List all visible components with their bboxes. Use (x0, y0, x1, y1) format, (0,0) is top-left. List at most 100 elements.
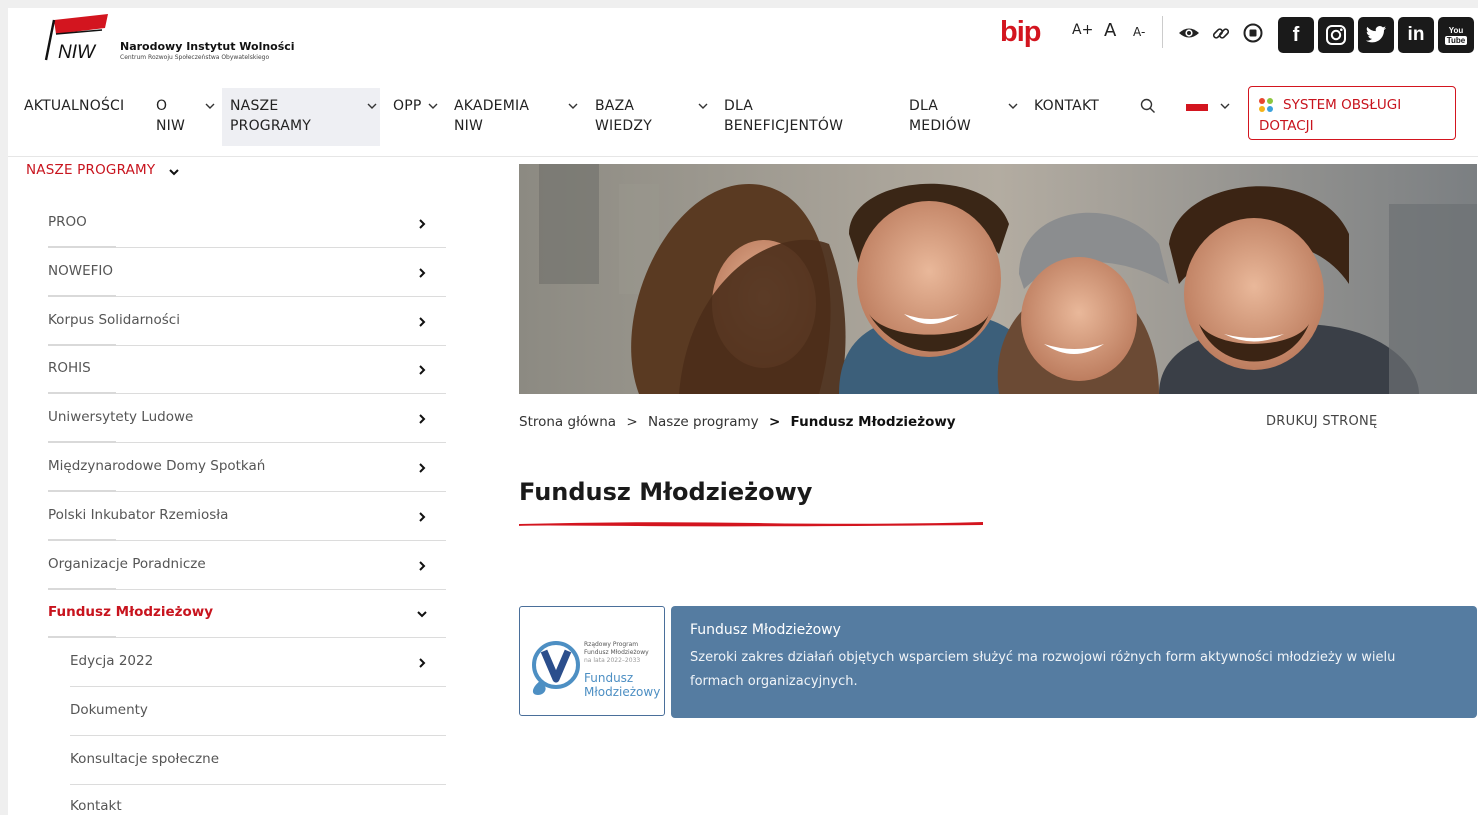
sod-label: SYSTEM OBSŁUGI DOTACJI (1259, 97, 1402, 134)
program-info-card[interactable]: Fundusz Młodzieżowy Szeroki zakres dział… (671, 606, 1477, 718)
chevron-down-icon[interactable] (567, 100, 579, 112)
chevron-right-icon (419, 561, 426, 571)
page-title: Fundusz Młodzieżowy (519, 478, 813, 506)
sidebar-separator (48, 295, 116, 297)
print-page-link[interactable]: DRUKUJ STRONĘ (1266, 414, 1378, 429)
fundusz-mlodziezowy-logo[interactable]: Rządowy Program Fundusz Młodzieżowy na l… (519, 606, 665, 716)
sidebar-separator (48, 490, 116, 492)
breadcrumb: Strona główna > Nasze programy > Fundusz… (519, 414, 962, 430)
nav-akademia-niw[interactable]: AKADEMIA NIW (454, 96, 529, 136)
chevron-down-icon[interactable] (427, 100, 439, 112)
sidebar-item-label: ROHIS (48, 360, 91, 376)
chevron-right-icon (419, 512, 426, 522)
logo-small-text: Rządowy Program Fundusz Młodzieżowy na l… (584, 641, 662, 665)
title-underline (518, 522, 983, 527)
nav-opp[interactable]: OPP (393, 96, 422, 116)
chevron-right-icon (419, 463, 426, 473)
logo-small-line: Rządowy Program (584, 641, 639, 648)
nav-dla-mediow[interactable]: DLA MEDIÓW (909, 96, 971, 136)
sidebar-item-kontakt[interactable]: Kontakt (48, 784, 446, 815)
nav-benef-line1: DLA (724, 98, 754, 114)
sidebar-separator (70, 735, 446, 736)
chevron-down-icon[interactable] (1007, 100, 1019, 112)
sidebar-separator (116, 540, 446, 541)
sidebar-separator (116, 393, 446, 394)
nav-media-line2: MEDIÓW (909, 118, 971, 134)
chevron-down-icon[interactable] (204, 100, 216, 112)
breadcrumb-home[interactable]: Strona główna (519, 414, 616, 430)
logo-big-text: Fundusz Młodzieżowy (584, 671, 660, 699)
program-card-title: Fundusz Młodzieżowy (690, 622, 841, 638)
nav-dla-beneficjentow[interactable]: DLA BENEFICJENTÓW (724, 96, 843, 136)
chevron-right-icon (419, 317, 426, 327)
chevron-right-icon (419, 658, 426, 668)
sidebar-item-rohis[interactable]: ROHIS (48, 346, 446, 394)
toolbar-divider (1162, 16, 1163, 48)
nav-aktualnosci[interactable]: AKTUALNOŚCI (24, 96, 124, 116)
sidebar-item-label: Organizacje Poradnicze (48, 556, 206, 572)
sidebar-item-dokumenty[interactable]: Dokumenty (48, 688, 446, 736)
chevron-down-icon[interactable] (697, 100, 709, 112)
chevron-down-icon[interactable] (366, 100, 378, 112)
font-normal-button[interactable]: A (1104, 20, 1116, 41)
sidebar-separator (48, 246, 116, 248)
language-flag-icon[interactable] (1186, 104, 1208, 111)
page: NIW Narodowy Instytut Wolności Centrum R… (8, 8, 1478, 815)
eye-icon[interactable] (1178, 22, 1200, 44)
sidebar-item-label: Dokumenty (70, 702, 148, 718)
nav-o-niw[interactable]: O NIW (156, 96, 185, 136)
sidebar-item-nowefio[interactable]: NOWEFIO (48, 249, 446, 297)
program-card-description: Szeroki zakres działań objętych wsparcie… (690, 650, 1396, 689)
nav-divider (8, 156, 1478, 157)
sidebar-item-fundusz-mlodziezowy[interactable]: Fundusz Młodzieżowy (48, 590, 446, 638)
search-icon[interactable] (1140, 98, 1156, 114)
sidebar-item-label: Konsultacje społeczne (70, 751, 220, 767)
bip-link[interactable]: bip (1000, 16, 1041, 49)
nav-media-line1: DLA (909, 98, 939, 114)
nav-benef-line2: BENEFICJENTÓW (724, 118, 844, 134)
chevron-right-icon (419, 414, 426, 424)
twitter-icon[interactable] (1358, 17, 1394, 53)
facebook-icon[interactable]: f (1278, 17, 1314, 53)
breadcrumb-parent[interactable]: Nasze programy (648, 414, 759, 430)
sidebar-item-konsultacje[interactable]: Konsultacje społeczne (48, 737, 446, 785)
nav-baza-wiedzy[interactable]: BAZA WIEDZY (595, 96, 652, 136)
linkedin-icon[interactable]: in (1398, 17, 1434, 53)
contrast-icon[interactable] (1242, 22, 1264, 44)
system-obslugi-dotacji-button[interactable]: SYSTEM OBSŁUGI DOTACJI (1248, 86, 1456, 140)
sidebar-item-edycja-2022[interactable]: Edycja 2022 (48, 639, 446, 687)
sidebar-separator (116, 296, 446, 297)
nav-nasze-programy[interactable]: NASZE PROGRAMY (222, 88, 380, 146)
font-increase-button[interactable]: A+ (1072, 22, 1093, 38)
sidebar-separator (70, 686, 446, 687)
sidebar-item-uniwersytety[interactable]: Uniwersytety Ludowe (48, 395, 446, 443)
fundusz-logo-mark-icon (532, 641, 580, 695)
sidebar-separator (48, 392, 116, 394)
logo-small-line: na lata 2022–2033 (584, 657, 641, 664)
sidebar-item-inkubator[interactable]: Polski Inkubator Rzemiosła (48, 493, 446, 541)
sidebar-heading[interactable]: NASZE PROGRAMY (26, 162, 155, 178)
font-decrease-button[interactable]: A- (1133, 25, 1145, 39)
youtube-icon[interactable]: You Tube (1438, 17, 1474, 53)
nav-akademia-line2: NIW (454, 118, 484, 134)
sidebar-item-poradnicze[interactable]: Organizacje Poradnicze (48, 542, 446, 590)
sidebar-item-korpus[interactable]: Korpus Solidarności (48, 298, 446, 346)
nav-baza-line2: WIEDZY (595, 118, 652, 134)
svg-text:NIW: NIW (58, 42, 97, 62)
sidebar-item-label: Polski Inkubator Rzemiosła (48, 507, 229, 523)
sidebar-item-label: PROO (48, 214, 87, 230)
chevron-down-icon[interactable] (168, 166, 180, 178)
hero-image (519, 164, 1477, 394)
niw-logo[interactable]: NIW Narodowy Instytut Wolności Centrum R… (44, 14, 304, 66)
sidebar-separator (116, 491, 446, 492)
instagram-icon[interactable] (1318, 17, 1354, 53)
sidebar-item-proo[interactable]: PROO (48, 200, 446, 248)
chevron-down-icon (417, 611, 427, 618)
breadcrumb-separator: > (768, 414, 781, 430)
chevron-down-icon[interactable] (1219, 100, 1231, 112)
sidebar-item-domy-spotkan[interactable]: Międzynarodowe Domy Spotkań (48, 444, 446, 492)
link-icon[interactable] (1210, 22, 1232, 44)
sidebar-item-label: Uniwersytety Ludowe (48, 409, 194, 425)
chevron-right-icon (419, 219, 426, 229)
nav-kontakt[interactable]: KONTAKT (1034, 96, 1099, 116)
